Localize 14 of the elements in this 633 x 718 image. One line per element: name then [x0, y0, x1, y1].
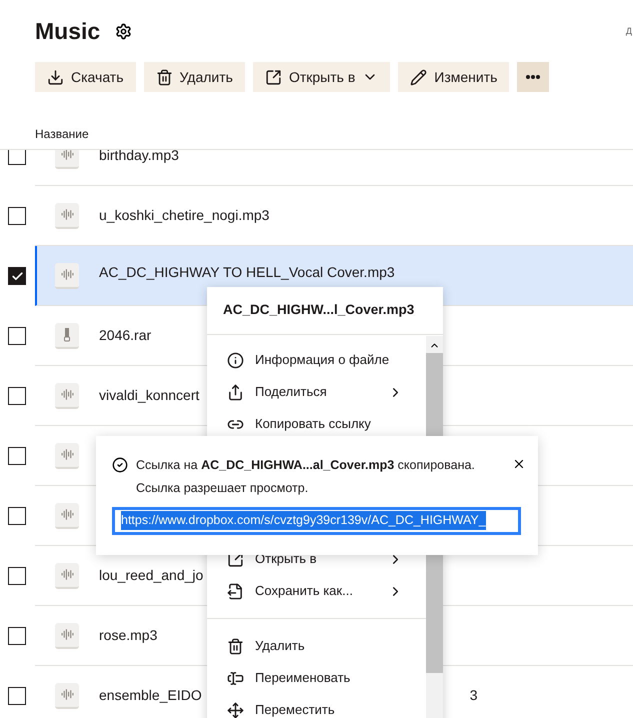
- file-name: AC_DC_HIGHWAY TO HELL_Vocal Cover.mp3: [99, 263, 395, 282]
- file-name: u_koshki_chetire_nogi.mp3: [99, 206, 270, 225]
- file-name: ensemble_EIDO: [99, 686, 202, 705]
- file-name: rose.mp3: [99, 626, 158, 645]
- file-name: birthday.mp3: [99, 150, 179, 165]
- file-name-fragment: 3: [470, 686, 478, 705]
- file-name: vivaldi_konncert: [99, 386, 200, 405]
- file-name: lou_reed_and_jo: [99, 566, 204, 585]
- toast-message: Ссылка на AC_DC_HIGHWA...al_Cover.mp3 скопирована.: [136, 457, 476, 474]
- file-name: 2046.rar: [99, 326, 152, 345]
- selected-link-text: https://www.dropbox.com/s/cvztg9y39cr139v/AC_DC_HIGHWAY_: [121, 511, 486, 530]
- title-fragment: Д: [626, 26, 632, 36]
- toast-note: Ссылка разрешает просмотр.: [136, 480, 310, 497]
- folder-title: Music: [35, 16, 100, 46]
